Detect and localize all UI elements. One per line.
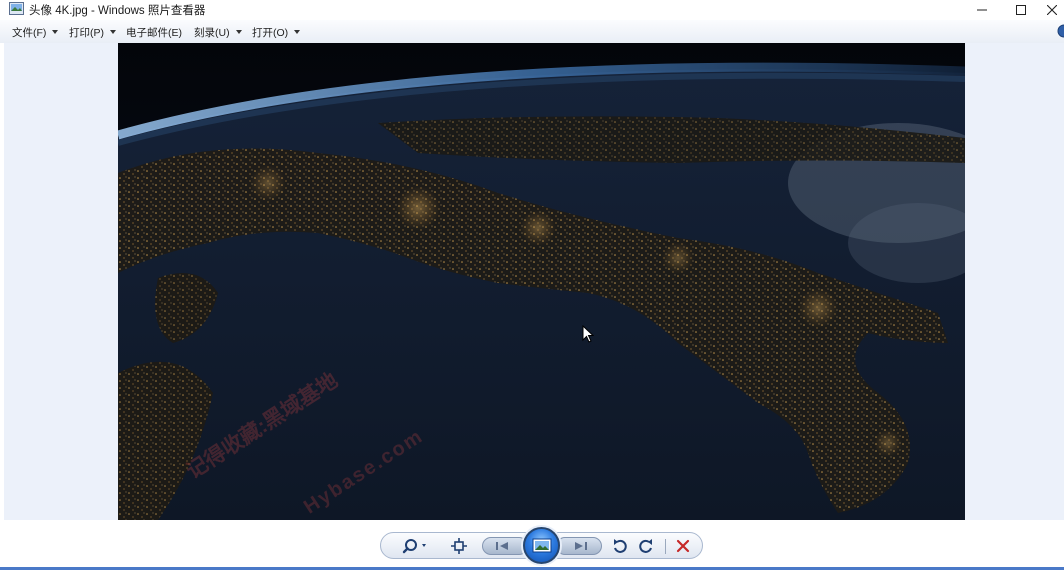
- maximize-button[interactable]: [1005, 0, 1037, 20]
- chevron-down-icon: [294, 30, 301, 34]
- photo-image: [118, 43, 965, 520]
- delete-button[interactable]: [673, 537, 693, 555]
- rotate-right-button[interactable]: [636, 537, 656, 555]
- title-bar: 头像 4K.jpg - Windows 照片查看器: [0, 0, 1064, 20]
- slideshow-icon: [532, 538, 551, 552]
- earth-at-night-photo: [118, 43, 965, 520]
- rotate-right-icon: [639, 539, 652, 553]
- delete-icon: [676, 539, 690, 553]
- rotate-left-icon: [614, 539, 627, 553]
- actual-size-icon: [451, 538, 467, 554]
- menu-burn[interactable]: 刻录(U): [194, 25, 242, 39]
- photo-viewer-icon: [9, 2, 24, 15]
- mouse-cursor-icon: [582, 325, 594, 343]
- menu-print[interactable]: 打印(P): [69, 25, 116, 39]
- maximize-icon: [1016, 5, 1026, 15]
- menu-open-label: 打开(O): [252, 26, 289, 39]
- next-icon: [575, 542, 587, 550]
- menu-file-label: 文件(F): [12, 26, 47, 39]
- slideshow-button[interactable]: [523, 527, 560, 564]
- menu-print-label: 打印(P): [69, 26, 104, 39]
- zoom-icon: [402, 539, 426, 554]
- minimize-button[interactable]: [966, 0, 998, 20]
- close-icon: [1047, 5, 1057, 15]
- chevron-down-icon: [52, 30, 59, 34]
- toolbar-separator: [665, 539, 666, 554]
- next-button[interactable]: [556, 537, 602, 555]
- help-icon[interactable]: [1054, 24, 1064, 38]
- previous-icon: [496, 542, 508, 550]
- zoom-button[interactable]: [400, 537, 430, 555]
- menu-burn-label: 刻录(U): [194, 26, 230, 39]
- actual-size-button[interactable]: [449, 537, 469, 555]
- menu-email[interactable]: 电子邮件(E): [126, 25, 182, 39]
- previous-button[interactable]: [482, 537, 528, 555]
- rotate-left-button[interactable]: [610, 537, 630, 555]
- menu-bar: 文件(F) 打印(P) 电子邮件(E) 刻录(U) 打开(O): [0, 20, 1064, 44]
- menu-file[interactable]: 文件(F): [12, 25, 59, 39]
- window-title: 头像 4K.jpg - Windows 照片查看器: [29, 5, 206, 17]
- chevron-down-icon: [235, 30, 242, 34]
- menu-email-label: 电子邮件(E): [126, 26, 182, 39]
- close-button[interactable]: [1040, 0, 1064, 20]
- menu-open[interactable]: 打开(O): [252, 25, 301, 39]
- chevron-down-icon: [110, 30, 116, 34]
- minimize-icon: [977, 9, 987, 11]
